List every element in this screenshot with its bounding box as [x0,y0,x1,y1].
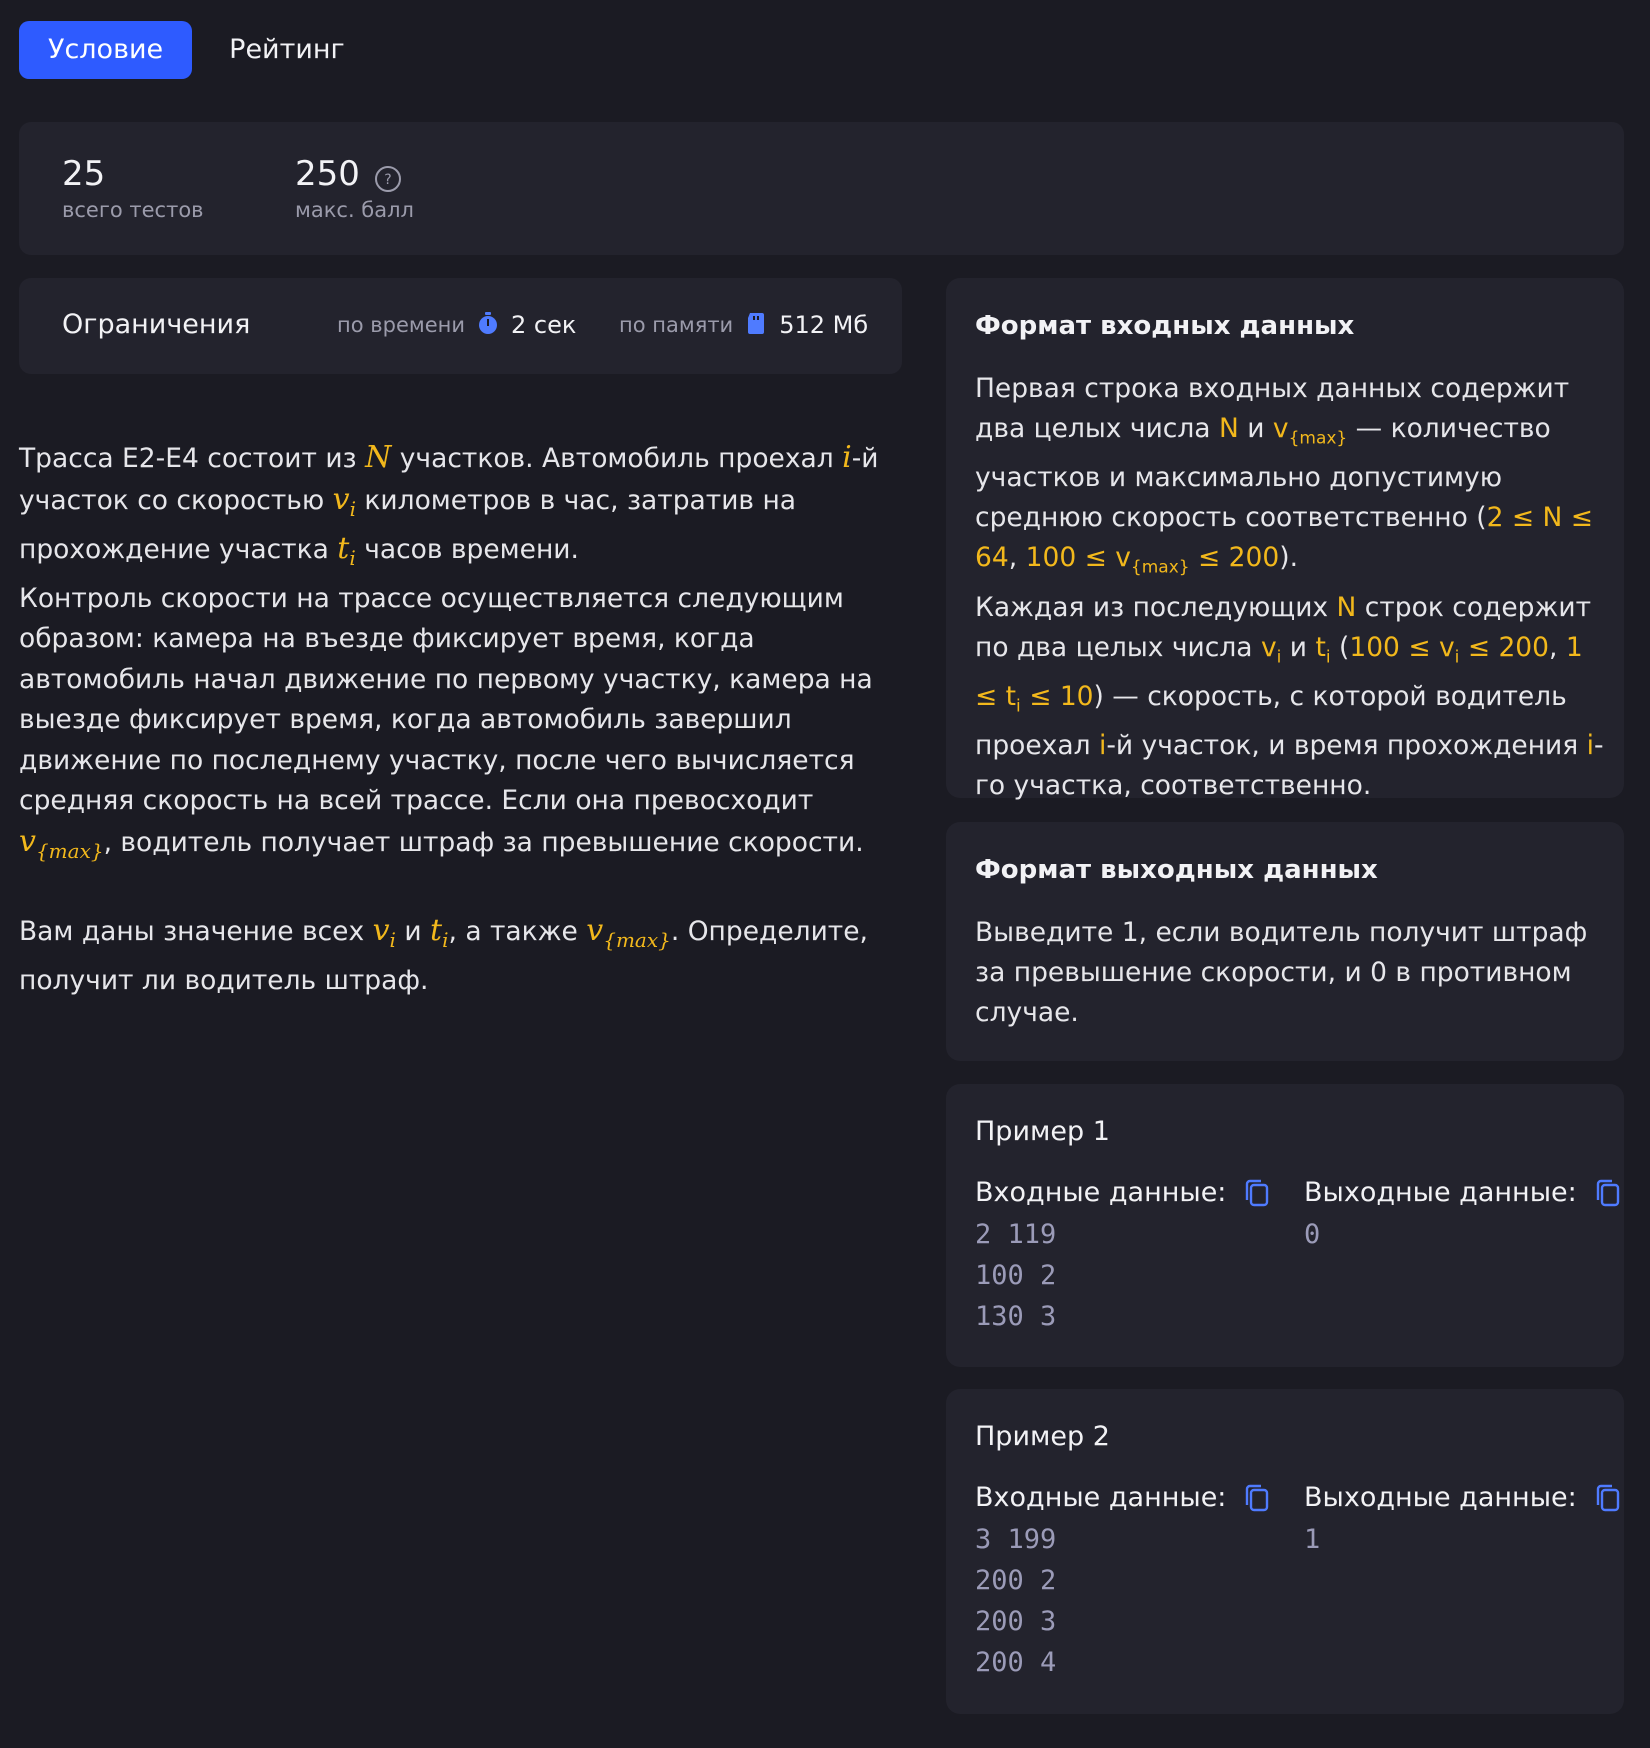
memory-card-icon [745,311,767,339]
time-limit: по времени 2 сек [337,311,576,339]
problem-statement: Трасса E2-E4 состоит из N участков. Авто… [19,438,899,1041]
statement-paragraph-2: Контроль скорости на трассе осуществляет… [19,582,873,863]
example-2-output-data: 1 [1304,1524,1321,1555]
example-1-output-data: 0 [1304,1219,1321,1250]
input-format-text: Первая строка входных данных содержит дв… [975,373,1604,802]
tests-count-label: всего тестов [62,198,204,222]
example-2-input-data: 3 199 200 2 200 3 200 4 [975,1524,1057,1678]
tab-statement[interactable]: Условие [19,21,193,79]
output-format-card: Формат выходных данных Выведите 1, если … [946,822,1624,1061]
example-1-output-label: Выходные данные: [1304,1177,1577,1208]
help-icon[interactable]: ? [374,160,402,192]
tests-count-stat: 25 всего тестов [62,152,204,222]
memory-limit-label: по памяти [619,313,734,337]
limits-title: Ограничения [62,309,251,340]
input-format-title: Формат входных данных [975,311,1355,341]
example-2-card: Пример 2 Входные данные: Выходные данные… [946,1389,1624,1714]
time-limit-label: по времени [337,313,466,337]
max-score-label: макс. балл [295,198,414,222]
statement-paragraph-3: Вам даны значение всех vi и ti, а также … [19,913,868,996]
output-format-text: Выведите 1, если водитель получит штраф … [975,917,1588,1028]
memory-limit-value: 512 Мб [779,311,869,339]
example-2-output-label: Выходные данные: [1304,1482,1577,1513]
copy-icon[interactable] [1244,1179,1270,1207]
max-score-value: 250 [295,154,360,194]
example-1-input-label: Входные данные: [975,1177,1227,1208]
stats-panel: 25 всего тестов 250 ? макс. балл [19,122,1624,255]
example-1-input-data: 2 119 100 2 130 3 [975,1219,1057,1332]
output-format-title: Формат выходных данных [975,855,1378,885]
statement-paragraph-1: Трасса E2-E4 состоит из N участков. Авто… [19,440,879,570]
example-1-title: Пример 1 [975,1116,1110,1147]
example-2-input-header: Входные данные: [975,1482,1270,1513]
copy-icon[interactable] [1244,1484,1270,1512]
time-limit-value: 2 сек [511,311,577,339]
tab-rating[interactable]: Рейтинг [200,21,374,79]
memory-limit: по памяти 512 Мб [619,311,868,339]
example-2-input-label: Входные данные: [975,1482,1227,1513]
svg-text:?: ? [384,172,391,188]
example-1-output-header: Выходные данные: [1304,1177,1621,1208]
tests-count-value: 25 [62,154,106,194]
example-2-output-header: Выходные данные: [1304,1482,1621,1513]
tab-bar: Условие Рейтинг [19,21,374,79]
copy-icon[interactable] [1595,1484,1621,1512]
limits-panel: Ограничения по времени 2 сек по памяти 5… [19,278,902,374]
stopwatch-icon [477,311,499,339]
example-2-title: Пример 2 [975,1421,1110,1452]
example-1-input-header: Входные данные: [975,1177,1270,1208]
max-score-stat: 250 ? макс. балл [295,152,414,222]
copy-icon[interactable] [1595,1179,1621,1207]
input-format-card: Формат входных данных Первая строка вход… [946,278,1624,801]
example-1-card: Пример 1 Входные данные: Выходные данные… [946,1084,1624,1367]
